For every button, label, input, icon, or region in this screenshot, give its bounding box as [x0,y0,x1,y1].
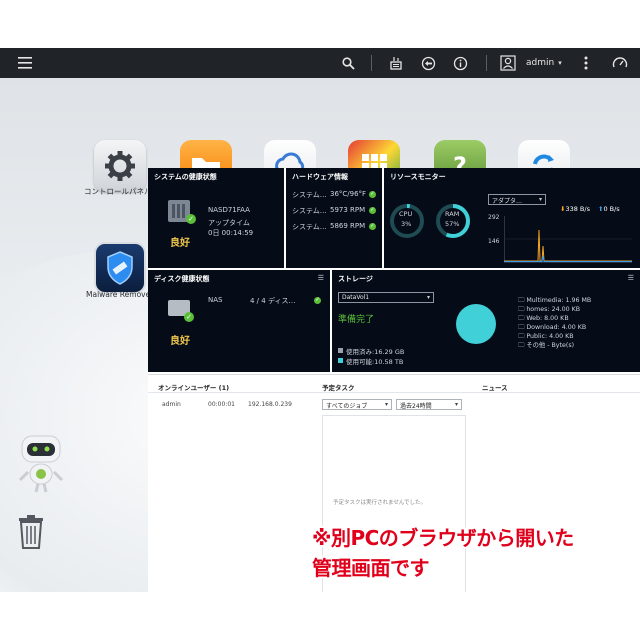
used-swatch [338,348,343,353]
user-name: admin [526,58,555,68]
device-name: NASD71FAA [208,206,250,214]
user-avatar-icon[interactable] [496,48,520,78]
folder-item: 🗀 Multimedia: 1.96 MB [518,297,592,304]
hamburger-icon[interactable] [12,48,38,78]
free-swatch [338,358,343,363]
folder-item: 🗀 Public: 4.00 KB [518,333,574,340]
folder-list: 🗀 Multimedia: 1.96 MB 🗀 homes: 24.00 KB … [518,296,591,350]
health-ok-icon: ✓ [186,214,196,224]
shield-icon [107,251,133,285]
cpu-label: CPU [399,210,413,218]
hw-row-label: システム… [292,223,327,231]
control-panel-label: コントロールパネル [84,187,152,196]
malware-remover-label: Malware Remover [86,290,154,299]
system-health-panel[interactable]: システムの健康状態 ✓ 良好 NASD71FAA アップタイム 0日 00:14… [148,168,284,268]
check-icon: ✓ [369,223,376,230]
hw-row-value: 5973 RPM [330,206,366,214]
folder-item: 🗀 Web: 8.00 KB [518,315,569,322]
divider [148,392,640,393]
more-options-icon[interactable] [576,48,596,78]
chevron-down-icon: ▾ [558,59,562,67]
disk-status: 良好 [170,336,190,347]
online-users-title: オンラインユーザー (1) [158,384,230,392]
control-panel-app-icon[interactable] [94,140,146,192]
disk-count: 4 / 4 ディス… [250,297,296,305]
uptime-label: アップタイム [208,219,250,227]
chart-ymid: 146 [488,238,500,245]
time-filter-select[interactable]: 過去24時間 [396,399,462,410]
folder-item: 🗀 homes: 24.00 KB [518,306,581,313]
search-icon[interactable] [336,48,360,78]
disk-ok-icon: ✓ [184,312,194,322]
list-view-icon[interactable]: ☰ [318,274,324,282]
qts-desktop: admin ▾ コントロールパネル ? Malware Remover システム… [0,48,640,592]
resource-monitor-panel[interactable]: リソースモニター CPU 3% RAM 57% アダプタ… ⬇338 B/s ⬆… [384,168,640,268]
storage-pie-chart [456,303,496,344]
free-space: 使用可能:10.58 TB [346,358,404,366]
system-status: 良好 [170,238,190,249]
adapter-select[interactable]: アダプタ… [488,194,546,205]
check-icon: ✓ [369,191,376,198]
folder-item: 🗀 Download: 4.00 KB [518,324,587,331]
empty-message: 予定タスクは実行されませんでした。 [333,500,427,506]
folder-item: 🗀 その他 - Byte(s) [518,342,575,349]
gear-icon [105,151,135,181]
scheduled-tasks-title: 予定タスク [322,384,355,392]
volume-status: 準備完了 [338,315,375,325]
disk-health-title: ディスク健康状態 [154,275,210,283]
ram-value: 57% [445,220,460,228]
ram-label: RAM [445,210,460,218]
resource-monitor-title: リソースモニター [390,173,446,181]
used-space: 使用済み:16.29 GB [346,348,405,356]
trash-icon[interactable] [16,514,46,550]
online-user-time: 00:00:01 [208,401,235,408]
malware-remover-app-icon[interactable] [94,242,146,294]
top-bar: admin ▾ [0,48,640,78]
job-filter-select[interactable]: すべてのジョブ [322,399,392,410]
hw-row-value: 36°C/96°F [330,190,367,198]
annotation-line-2: 管理画面です [312,556,430,580]
check-icon: ✓ [314,297,321,304]
annotation-line-1: ※別PCのブラウザから開いた [312,526,574,550]
download-rate: ⬇338 B/s [560,205,590,213]
hw-row-label: システム… [292,207,327,215]
news-title: ニュース [482,384,508,392]
hw-row-value: 5869 RPM [330,222,366,230]
background-task-icon[interactable] [384,48,408,78]
storage-panel[interactable]: ストレージ ☰ DataVol1 準備完了 使用済み:16.29 GB 使用可能… [332,270,640,372]
online-user-ip: 192.168.0.239 [248,401,292,408]
check-icon: ✓ [369,207,376,214]
topbar-divider [486,55,487,71]
uptime-value: 0日 00:14:59 [208,229,254,237]
online-user-name: admin [162,401,181,408]
hardware-info-panel[interactable]: ハードウェア情報 システム… 36°C/96°F ✓ システム… 5973 RP… [286,168,382,268]
volume-select[interactable]: DataVol1 [338,292,434,303]
dashboard-gauge-icon[interactable] [608,48,632,78]
disk-device: NAS [208,296,223,304]
network-traffic-chart [504,216,632,263]
chart-ymax: 292 [488,214,500,221]
upload-rate: ⬆0 B/s [598,205,620,213]
info-icon[interactable] [448,48,472,78]
hw-row-label: システム… [292,191,327,199]
storage-title: ストレージ [338,275,373,283]
disk-health-panel[interactable]: ディスク健康状態 ☰ ✓ 良好 NAS 4 / 4 ディス… ✓ [148,270,330,372]
user-menu[interactable]: admin ▾ [526,48,566,78]
helpdesk-robot-icon[interactable] [16,434,66,494]
cpu-value: 3% [401,220,412,228]
hardware-title: ハードウェア情報 [292,173,348,181]
topbar-divider [371,55,372,71]
external-device-icon[interactable] [416,48,440,78]
system-health-title: システムの健康状態 [154,173,217,181]
list-view-icon[interactable]: ☰ [628,274,634,282]
